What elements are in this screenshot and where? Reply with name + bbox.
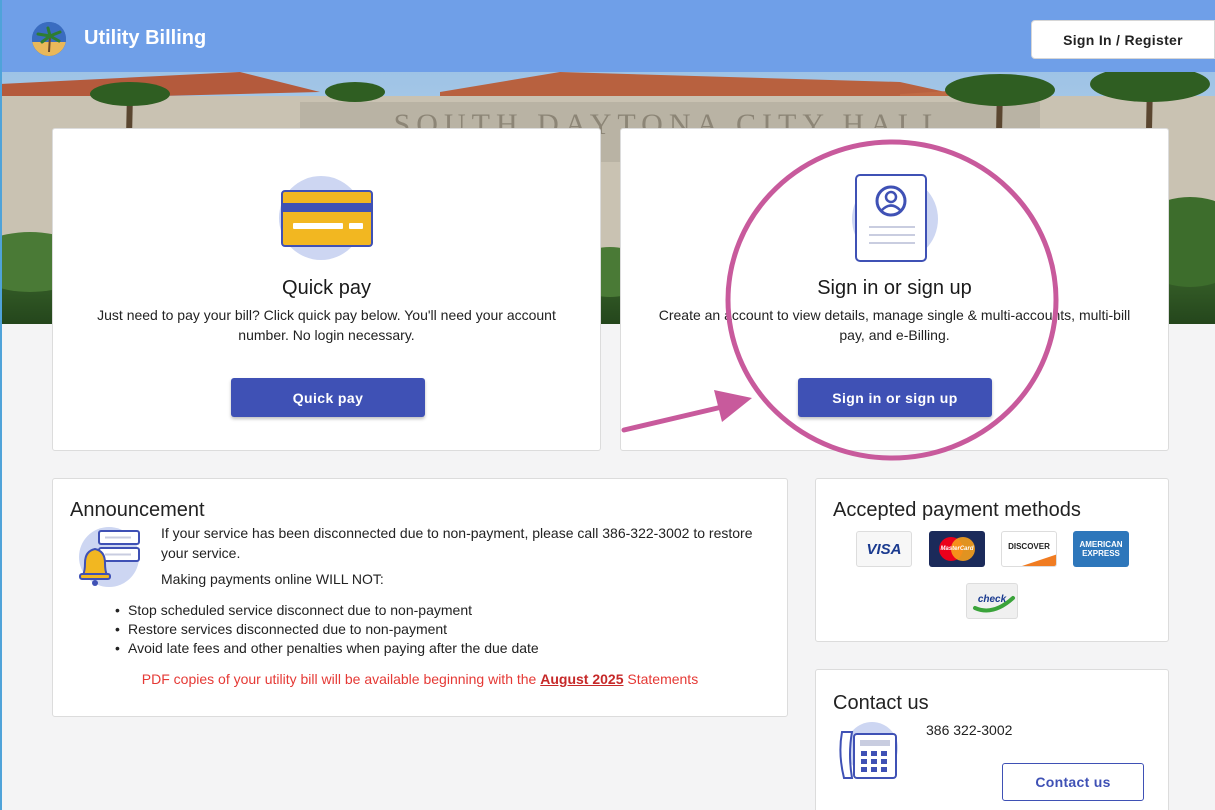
discover-card-icon: DISCOVER [1001,531,1057,567]
visa-card-icon: VISA [856,531,912,567]
quick-pay-title: Quick pay [282,277,371,299]
bell-notification-icon [75,523,143,596]
august-2025-link[interactable]: August 2025 [540,671,623,687]
announcement-title: Announcement [70,499,205,521]
list-item: Avoid late fees and other penalties when… [115,639,539,658]
pdf-statement-note: PDF copies of your utility bill will be … [53,671,787,687]
mastercard-card-icon: MasterCard [929,531,985,567]
sign-in-description: Create an account to view details, manag… [658,307,1131,343]
top-app-bar: Utility Billing Sign In / Register [0,0,1215,72]
announcement-list: Stop scheduled service disconnect due to… [115,601,539,658]
app-title: Utility Billing [84,27,207,49]
city-logo-icon[interactable] [32,22,66,56]
sign-in-register-button[interactable]: Sign In / Register [1031,20,1215,59]
contact-us-button[interactable]: Contact us [1002,763,1144,801]
credit-card-icon [279,173,375,268]
announcement-warning-heading: Making payments online WILL NOT: [161,571,384,587]
announcement-disconnect-text: If your service has been disconnected du… [161,525,753,561]
note-prefix: PDF copies of your utility bill will be … [141,671,541,687]
sign-in-card: Sign in or sign up Create an account to … [620,128,1169,451]
quick-pay-card: Quick pay Just need to pay your bill? Cl… [52,128,601,451]
echeck-icon: check [966,583,1018,619]
sign-in-title: Sign in or sign up [817,277,972,299]
list-item: Restore services disconnected due to non… [115,620,539,639]
account-document-icon [849,173,941,268]
announcement-card: Announcement If your service has been di… [52,478,788,717]
quick-pay-button[interactable]: Quick pay [231,378,425,417]
note-suffix: Statements [623,671,699,687]
payment-methods-card: Accepted payment methods VISA MasterCard… [815,478,1169,642]
contact-phone-number: 386 322-3002 [926,722,1013,738]
contact-title: Contact us [833,692,929,714]
contact-card: Contact us 386 322-3002 Contact us [815,669,1169,810]
sign-in-sign-up-button[interactable]: Sign in or sign up [798,378,992,417]
amex-card-icon: AMERICAN EXPRESS [1073,531,1129,567]
telephone-icon [836,722,900,791]
list-item: Stop scheduled service disconnect due to… [115,601,539,620]
payment-methods-title: Accepted payment methods [833,499,1081,521]
quick-pay-description: Just need to pay your bill? Click quick … [97,307,556,343]
